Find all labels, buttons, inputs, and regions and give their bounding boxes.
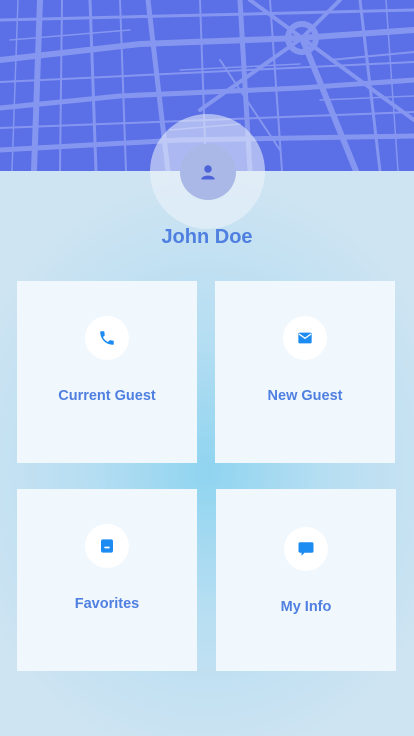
new-guest-label: New Guest — [267, 388, 343, 404]
icon-circle — [283, 316, 327, 360]
new-guest-tile[interactable]: New Guest — [215, 281, 395, 463]
current-guest-tile[interactable]: Current Guest — [17, 281, 197, 463]
my-info-label: My Info — [280, 599, 332, 615]
avatar[interactable] — [150, 114, 265, 229]
my-info-tile[interactable]: My Info — [216, 489, 396, 671]
user-name: John Doe — [161, 226, 253, 248]
bookmark-icon — [101, 539, 113, 553]
person-icon — [200, 164, 215, 179]
chat-icon — [298, 542, 314, 556]
mail-icon — [298, 332, 312, 344]
icon-circle — [85, 524, 129, 568]
current-guest-label: Current Guest — [58, 388, 156, 404]
icon-circle — [85, 316, 129, 360]
icon-circle — [284, 527, 328, 571]
favorites-tile[interactable]: Favorites — [17, 489, 197, 671]
phone-icon — [100, 331, 114, 345]
favorites-label: Favorites — [74, 596, 140, 612]
avatar-circle — [179, 143, 236, 200]
